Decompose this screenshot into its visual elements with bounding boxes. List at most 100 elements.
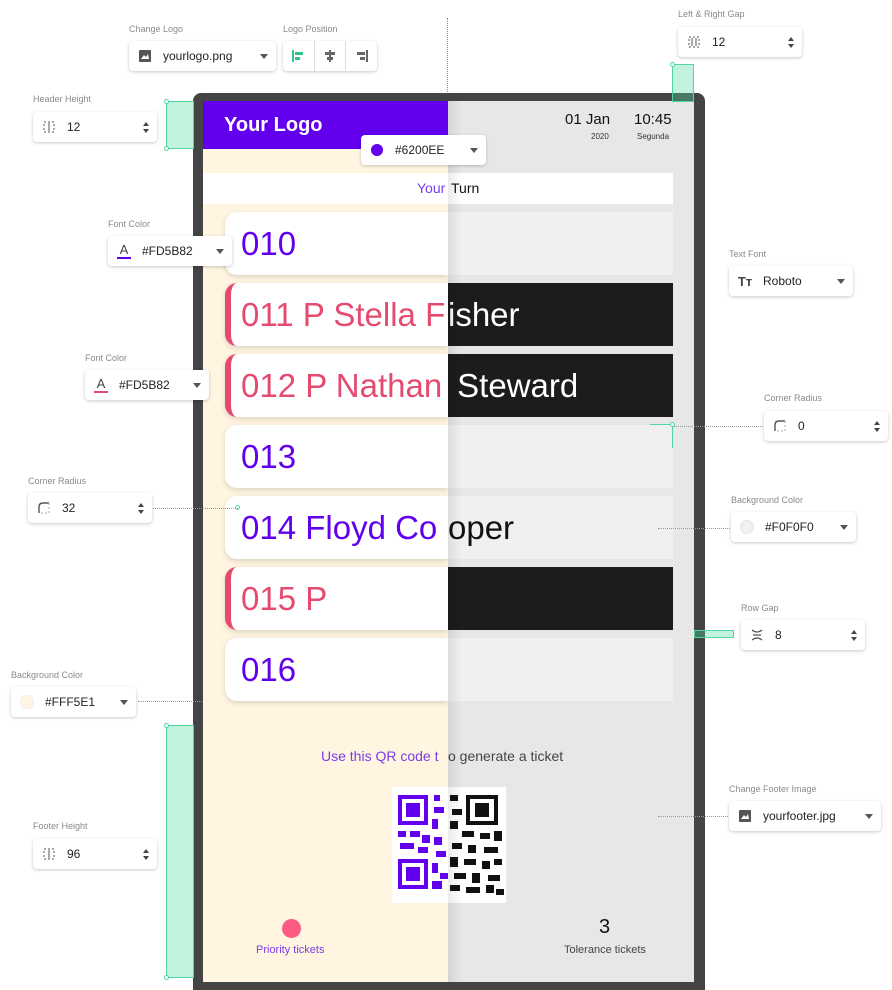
change-logo-select[interactable]: yourlogo.png (129, 41, 276, 71)
ticket-label: 016 (241, 650, 297, 688)
font-color-label: Font Color (85, 353, 128, 363)
height-icon (41, 119, 57, 135)
background-color-select[interactable]: #FFF5E1 (11, 687, 136, 717)
row-gap-label: Row Gap (741, 603, 779, 613)
guide-handle (164, 975, 169, 980)
header-color-picker[interactable]: #6200EE (361, 135, 486, 165)
row-gap-value: 8 (775, 628, 782, 642)
color-swatch (20, 695, 34, 709)
guide-handle (164, 146, 169, 151)
stepper-arrows-icon (874, 420, 880, 432)
screen-preview-right: 01 Jan 2020 10:45 Segunda Turn isher Ste… (448, 101, 694, 982)
split-shadow (448, 101, 462, 982)
corner-radius-label: Corner Radius (28, 476, 87, 486)
stepper-arrows-icon (143, 121, 149, 133)
connector-line (658, 816, 728, 817)
corner-radius-value: 32 (62, 501, 76, 515)
stepper-arrows-icon (138, 502, 144, 514)
align-center-icon[interactable] (313, 41, 346, 71)
background-color-value: #FFF5E1 (45, 695, 96, 709)
header-height-value: 12 (67, 120, 81, 134)
header-time: 10:45 (634, 111, 672, 128)
corner-radius-label: Corner Radius (764, 393, 823, 403)
header-height-guide (166, 101, 194, 149)
color-swatch (371, 144, 383, 156)
chevron-down-icon (840, 524, 848, 530)
chevron-down-icon (193, 382, 201, 388)
guide-handle (164, 723, 169, 728)
priority-label: Priority tickets (256, 944, 325, 956)
header-height-stepper[interactable]: 12 (33, 112, 157, 142)
connector-line (658, 528, 732, 529)
font-color-select[interactable]: A #FD5B82 (108, 236, 232, 266)
font-color-icon: A (116, 243, 132, 259)
ticket-row: 013 (225, 425, 448, 488)
change-footer-select[interactable]: yourfooter.jpg (729, 801, 881, 831)
stepper-arrows-icon (851, 629, 857, 641)
font-color-value: #FD5B82 (119, 378, 170, 392)
change-footer-value: yourfooter.jpg (763, 809, 836, 823)
corner-radius-stepper[interactable]: 32 (28, 493, 152, 523)
left-right-gap-stepper[interactable]: 12 (678, 27, 802, 57)
header-logo[interactable]: Your Logo (224, 114, 323, 137)
background-color-label: Background Color (731, 495, 804, 505)
chevron-down-icon (470, 147, 478, 153)
ticket-row-priority: isher (448, 283, 673, 346)
align-right-icon[interactable] (345, 41, 377, 71)
connector-line (138, 701, 202, 702)
header-date: 01 Jan (565, 111, 611, 128)
logo-position-label: Logo Position (283, 24, 338, 34)
ticket-label: 015 P (241, 579, 328, 617)
row-gap-guide (694, 630, 734, 638)
header-year: 2020 (591, 132, 609, 141)
split-line (447, 18, 448, 98)
ticket-label: 014 Floyd Co (241, 508, 438, 546)
connector-line (673, 426, 765, 427)
turn-banner-left (203, 173, 448, 204)
footer-height-value: 96 (67, 847, 81, 861)
footer-height-stepper[interactable]: 96 (33, 839, 157, 869)
ticket-label: 013 (241, 437, 297, 475)
ticket-row-priority: Steward (448, 354, 673, 417)
background-color-value: #F0F0F0 (765, 520, 814, 534)
guide-handle (164, 99, 169, 104)
corner-guide-right (650, 424, 672, 425)
tolerance-count: 3 (599, 916, 611, 938)
image-icon (137, 48, 153, 64)
text-font-label: Text Font (729, 249, 767, 259)
change-logo-value: yourlogo.png (163, 49, 233, 63)
ticket-row: 016 (225, 638, 448, 701)
qr-code-left (392, 787, 448, 903)
qr-caption-left: Use this QR code t (321, 748, 439, 764)
change-logo-label: Change Logo (129, 24, 184, 34)
corner-radius-stepper[interactable]: 0 (764, 411, 888, 441)
ticket-row-priority: 015 P (225, 567, 448, 630)
ticket-row-priority (448, 567, 673, 630)
row-gap-icon (749, 627, 765, 643)
text-font-icon: Tт (737, 273, 753, 289)
text-font-select[interactable]: Tт Roboto (729, 266, 853, 296)
background-color-label: Background Color (11, 670, 84, 680)
text-font-value: Roboto (763, 274, 802, 288)
left-right-gap-value: 12 (712, 35, 726, 49)
corner-radius-value: 0 (798, 419, 805, 433)
ticket-label: Steward (448, 366, 579, 404)
background-color-select[interactable]: #F0F0F0 (731, 512, 856, 542)
font-color-icon: A (93, 377, 109, 393)
ticket-label: 012 P Nathan (241, 366, 443, 404)
chevron-down-icon (120, 699, 128, 705)
ticket-row-priority: 011 P Stella F (225, 283, 448, 346)
tolerance-label: Tolerance tickets (564, 944, 646, 956)
gap-icon (686, 34, 702, 50)
ticket-label: 010 (241, 224, 297, 262)
align-left-icon[interactable] (283, 41, 314, 71)
ticket-row (448, 638, 673, 701)
ticket-row-priority: 012 P Nathan (225, 354, 448, 417)
corner-icon (772, 418, 788, 434)
font-color-select[interactable]: A #FD5B82 (85, 370, 209, 400)
qr-caption-right: o generate a ticket (448, 748, 564, 764)
turn-banner-right (448, 173, 673, 204)
footer-height-guide (166, 725, 194, 978)
ticket-row: oper (448, 496, 673, 559)
row-gap-stepper[interactable]: 8 (741, 620, 865, 650)
